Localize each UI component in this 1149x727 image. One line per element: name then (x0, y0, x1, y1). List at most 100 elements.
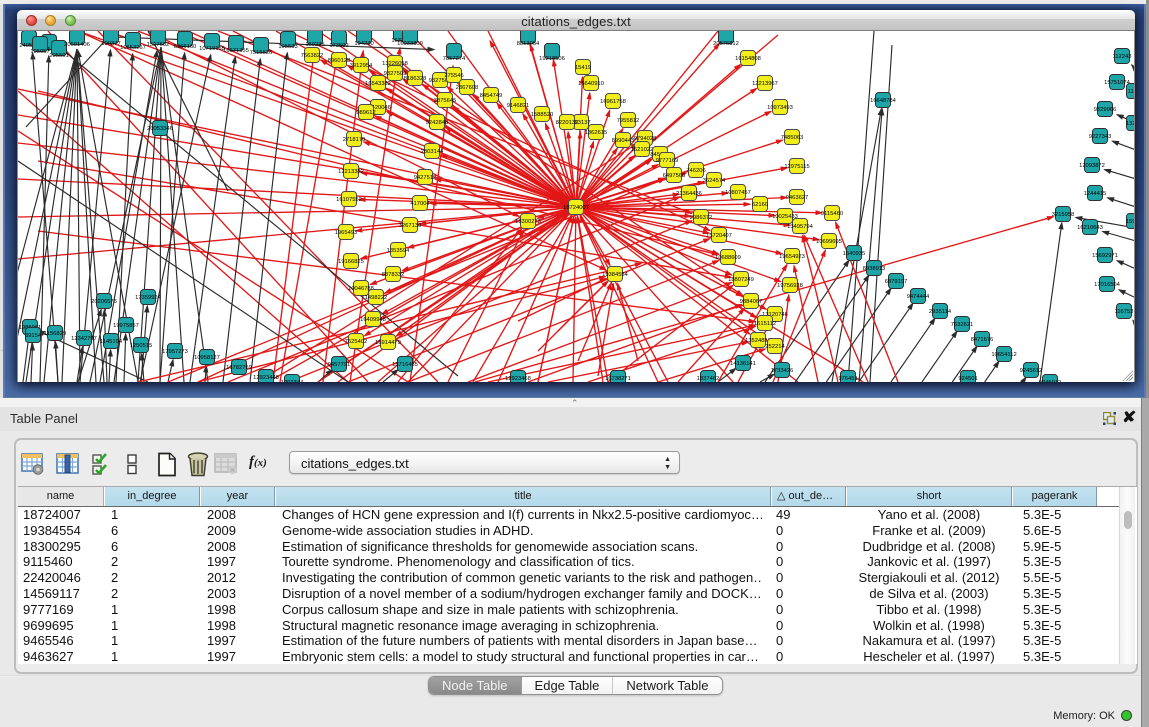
svg-text:17359924: 17359924 (135, 295, 162, 301)
svg-text:18807249: 18807249 (728, 277, 754, 283)
svg-text:20053346: 20053346 (147, 126, 173, 132)
svg-text:105533: 105533 (278, 44, 297, 50)
svg-text:9329966: 9329966 (1094, 107, 1117, 113)
svg-text:275546: 275546 (444, 73, 463, 79)
svg-text:16033809: 16033809 (397, 41, 423, 47)
svg-text:17957273: 17957273 (162, 349, 188, 355)
svg-text:9227343: 9227343 (1089, 134, 1112, 140)
svg-text:9463627: 9463627 (786, 195, 809, 201)
svg-text:16648784: 16648784 (870, 98, 897, 104)
svg-text:15716485: 15716485 (392, 362, 418, 368)
svg-text:8186328: 8186328 (404, 76, 427, 82)
svg-text:9242848: 9242848 (426, 120, 449, 126)
svg-text:8454749: 8454749 (480, 93, 503, 99)
svg-text:7857274: 7857274 (443, 56, 466, 62)
svg-text:7625402: 7625402 (345, 339, 368, 345)
svg-text:1837462: 1837462 (697, 376, 720, 382)
svg-text:924501: 924501 (958, 376, 977, 382)
svg-text:12342757: 12342757 (71, 336, 97, 342)
svg-text:16210643: 16210643 (1077, 225, 1103, 231)
svg-text:9884067: 9884067 (740, 299, 763, 305)
svg-text:194230: 194230 (354, 41, 373, 47)
svg-text:1362615: 1362615 (585, 130, 608, 136)
svg-text:2803144: 2803144 (421, 149, 444, 155)
svg-text:2718170: 2718170 (343, 137, 366, 143)
svg-text:8938913: 8938913 (863, 266, 886, 272)
svg-text:1145194: 1145194 (100, 339, 123, 345)
svg-text:3215958: 3215958 (1052, 212, 1075, 218)
svg-text:1640935: 1640935 (843, 251, 866, 257)
svg-text:62160: 62160 (752, 202, 768, 208)
svg-text:39154: 39154 (25, 333, 42, 339)
svg-text:20206576: 20206576 (91, 299, 117, 305)
svg-text:10807457: 10807457 (725, 190, 751, 196)
svg-text:12923448: 12923448 (253, 375, 279, 381)
svg-text:10688609: 10688609 (715, 255, 741, 261)
svg-text:252214: 252214 (765, 344, 785, 350)
svg-text:10973493: 10973493 (767, 105, 793, 111)
svg-text:9245612: 9245612 (1020, 368, 1043, 374)
svg-text:10699695: 10699695 (816, 239, 842, 245)
svg-text:8990443: 8990443 (612, 138, 635, 144)
svg-text:9427512: 9427512 (414, 175, 437, 181)
svg-text:976451: 976451 (838, 376, 857, 382)
svg-text:3624574: 3624574 (703, 178, 726, 184)
svg-text:12093872: 12093872 (1079, 163, 1105, 169)
svg-text:18300273: 18300273 (515, 219, 541, 225)
svg-text:1353594: 1353594 (387, 248, 410, 254)
svg-text:989612: 989612 (356, 110, 375, 116)
svg-text:19384554: 19384554 (602, 272, 629, 278)
svg-text:6497568: 6497568 (663, 173, 686, 179)
svg-text:112243: 112243 (1113, 54, 1132, 60)
svg-text:15720407: 15720407 (706, 233, 732, 239)
svg-text:16671355: 16671355 (223, 48, 249, 54)
svg-text:1733426: 1733426 (771, 368, 794, 374)
svg-text:15692971: 15692971 (1092, 253, 1118, 259)
svg-text:7663822: 7663822 (301, 53, 324, 59)
svg-text:1965493: 1965493 (335, 230, 358, 236)
svg-text:116753: 116753 (1115, 309, 1134, 315)
svg-text:12213382: 12213382 (338, 169, 364, 175)
svg-text:16107552: 16107552 (336, 197, 362, 203)
svg-text:8471676: 8471676 (971, 337, 994, 343)
svg-text:2867608: 2867608 (456, 85, 479, 91)
svg-text:20691406: 20691406 (64, 42, 90, 48)
svg-text:12923468: 12923468 (505, 376, 531, 382)
svg-text:7515526: 7515526 (250, 50, 273, 56)
svg-text:16640910: 16640910 (578, 81, 604, 87)
svg-text:1588520: 1588520 (531, 112, 554, 118)
svg-text:9146821: 9146821 (507, 103, 530, 109)
svg-text:9457791: 9457791 (328, 362, 351, 368)
svg-text:1244415: 1244415 (1084, 191, 1107, 197)
svg-text:19166825: 19166825 (338, 259, 364, 265)
svg-text:3912954: 3912954 (350, 63, 373, 69)
svg-text:6966160: 6966160 (174, 44, 197, 50)
svg-text:8813054: 8813054 (517, 41, 540, 47)
svg-text:8220132: 8220132 (556, 120, 579, 126)
svg-text:19756928: 19756928 (777, 283, 803, 289)
svg-text:10654112: 10654112 (991, 352, 1016, 358)
svg-text:19218506: 19218506 (539, 56, 565, 62)
svg-text:7955812: 7955812 (617, 118, 640, 124)
svg-text:16914479: 16914479 (375, 340, 401, 346)
svg-text:16154808: 16154808 (735, 56, 761, 62)
svg-text:16782759: 16782759 (226, 365, 252, 371)
svg-text:2935114: 2935114 (929, 309, 952, 315)
svg-text:16409948: 16409948 (360, 317, 386, 323)
svg-text:13495794: 13495794 (787, 224, 814, 230)
svg-text:19975857: 19975857 (113, 323, 139, 329)
svg-text:1527602: 1527602 (147, 42, 170, 48)
svg-text:14136141: 14136141 (730, 361, 756, 367)
svg-text:10958127: 10958127 (194, 355, 220, 361)
svg-text:7632621: 7632621 (951, 322, 974, 328)
svg-text:16543382: 16543382 (365, 81, 391, 87)
svg-text:16738271: 16738271 (605, 376, 631, 382)
svg-text:6879197: 6879197 (885, 279, 908, 285)
svg-text:20876812: 20876812 (713, 41, 739, 47)
svg-text:205591: 205591 (49, 53, 68, 59)
svg-text:1132: 1132 (1128, 89, 1135, 95)
svg-text:9777169: 9777169 (656, 158, 679, 164)
svg-text:195057: 195057 (30, 49, 49, 55)
svg-text:13218: 13218 (1126, 121, 1135, 127)
svg-text:12975115: 12975115 (784, 164, 809, 170)
